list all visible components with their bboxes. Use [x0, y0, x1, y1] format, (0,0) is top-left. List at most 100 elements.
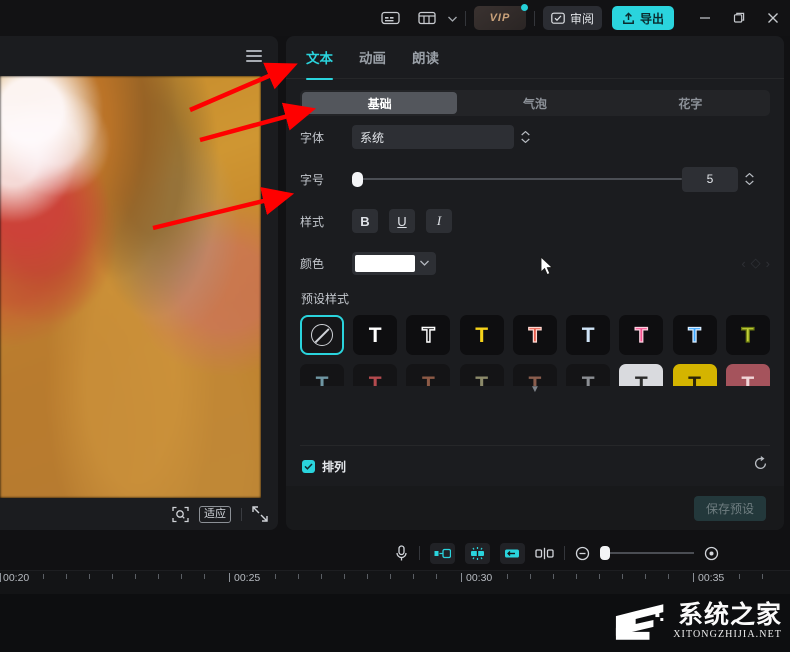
maximize-button[interactable] [722, 1, 756, 35]
preset-rust-shadow[interactable]: T [512, 364, 557, 386]
minimize-button[interactable] [688, 1, 722, 35]
reset-icon[interactable] [753, 456, 768, 476]
keyframe-next-icon[interactable]: › [766, 256, 770, 271]
font-size-input[interactable]: 5 [682, 166, 738, 192]
keyframe-navigation: ‹ ◇ › [741, 255, 770, 271]
ruler-tick [645, 574, 646, 579]
zoom-in-icon[interactable] [704, 546, 719, 561]
preset-teal-shadow[interactable]: T [300, 364, 344, 386]
color-swatch[interactable] [355, 254, 415, 272]
fit-button[interactable]: 适应 [199, 505, 231, 523]
close-button[interactable] [756, 1, 790, 35]
review-button[interactable]: 审阅 [542, 6, 602, 30]
ruler-tick-major [461, 573, 462, 582]
color-row: 颜色 ‹ ◇ › [300, 242, 770, 284]
preset-white-outline[interactable]: T [406, 315, 451, 355]
segment-bubble[interactable]: 气泡 [457, 92, 612, 114]
review-label: 审阅 [569, 11, 594, 26]
tab-text[interactable]: 文本 [306, 47, 333, 80]
split-icon[interactable] [535, 547, 554, 560]
color-row-label: 颜色 [300, 256, 325, 271]
ruler-tick [390, 574, 391, 579]
title-bar-divider-2 [533, 10, 535, 26]
timeline-zoom-slider[interactable] [600, 546, 694, 560]
ruler-tick [762, 574, 763, 579]
preset-blue-outline[interactable]: T [672, 315, 717, 355]
font-size-slider[interactable] [352, 169, 682, 189]
ruler-tick [576, 574, 577, 579]
ruler-tick [181, 574, 182, 579]
split-right-icon[interactable] [500, 542, 525, 564]
mouse-cursor [540, 256, 554, 276]
preset-yellow-solid[interactable]: T [459, 315, 504, 355]
zoom-to-selection-icon[interactable] [172, 506, 189, 523]
preset-gold-plate[interactable]: T [672, 364, 717, 386]
keyboard-shortcut-icon[interactable] [414, 7, 442, 29]
auto-cut-icon[interactable] [465, 542, 490, 564]
font-size-spinner[interactable] [742, 167, 756, 191]
export-button[interactable]: 导出 [611, 6, 674, 30]
preset-rose-plate[interactable]: T [725, 364, 770, 386]
keyframe-add-icon[interactable]: ◇ [751, 255, 761, 271]
preset-red-outline[interactable]: T [512, 315, 557, 355]
preset-pink-outline[interactable]: T [619, 315, 664, 355]
font-spinner[interactable] [518, 125, 532, 149]
fullscreen-icon[interactable] [252, 506, 268, 522]
ruler-tick [530, 574, 531, 579]
panel-body: 字体 系统 字号 5 样式 B U I 颜色 ‹ ◇ › 预设样式 T T T … [286, 116, 784, 445]
arrange-row: 排列 [286, 446, 784, 486]
preset-brown-shadow[interactable]: T [406, 364, 451, 386]
title-bar-divider-1 [464, 10, 466, 26]
timeline-ruler[interactable]: 00:20 00:25 00:30 00:35 [0, 570, 790, 594]
preset-white-solid[interactable]: T [353, 315, 398, 355]
preset-olive-outline[interactable]: T [725, 315, 770, 355]
preset-gray-shadow[interactable]: T [566, 364, 611, 386]
vip-badge[interactable]: VIP [473, 4, 528, 30]
record-audio-icon[interactable] [394, 544, 409, 562]
ruler-tick [739, 574, 740, 579]
segment-basic[interactable]: 基础 [302, 92, 458, 114]
preset-crimson-shadow[interactable]: T [353, 364, 398, 386]
arrange-label: 排列 [322, 459, 347, 474]
segment-fancy[interactable]: 花字 [613, 92, 768, 114]
preset-lightblue-solid[interactable]: T [566, 315, 611, 355]
window-controls [688, 1, 790, 35]
zoom-out-icon[interactable] [575, 546, 590, 561]
keyframe-prev-icon[interactable]: ‹ [741, 256, 745, 271]
chevron-down-icon[interactable] [415, 260, 433, 266]
tab-read-aloud[interactable]: 朗读 [412, 47, 439, 67]
italic-button[interactable]: I [426, 209, 452, 233]
arrange-checkbox[interactable] [302, 459, 315, 473]
slider-track [357, 178, 682, 180]
underline-button[interactable]: U [389, 209, 415, 233]
ruler-tick-major [693, 573, 694, 582]
ruler-label: 00:25 [234, 572, 261, 584]
font-size-row: 字号 5 [300, 158, 770, 200]
tab-animation[interactable]: 动画 [359, 47, 386, 67]
color-picker[interactable] [352, 251, 436, 275]
preset-styles-grid-row2: T T T T T T T T T [300, 364, 770, 386]
preset-khaki-shadow[interactable]: T [459, 364, 504, 386]
font-row-label: 字体 [300, 130, 325, 145]
text-style-row: 样式 B U I [300, 200, 770, 242]
ruler-tick [135, 574, 136, 579]
font-row: 字体 系统 [300, 116, 770, 158]
hamburger-menu-icon[interactable] [246, 50, 262, 62]
font-select[interactable]: 系统 [352, 125, 514, 149]
split-left-icon[interactable] [430, 542, 455, 564]
subtitle-icon[interactable] [377, 7, 405, 29]
ruler-tick [112, 574, 113, 579]
preview-panel: 适应 [0, 36, 278, 530]
preset-white-plate[interactable]: T [619, 364, 664, 386]
title-bar: VIP 审阅 导出 [0, 0, 790, 36]
chevron-down-icon[interactable] [448, 9, 457, 27]
preview-footer-divider [241, 507, 242, 521]
timeline-zoom-thumb[interactable] [600, 546, 610, 560]
text-property-panel: 文本 动画 朗读 基础 气泡 花字 字体 系统 字号 5 样式 B U I 颜色… [286, 36, 784, 530]
watermark: 系统之家 XITONGZHIJIA.NET [610, 594, 782, 648]
save-preset-button[interactable]: 保存预设 [693, 495, 766, 521]
preset-none[interactable] [300, 315, 344, 355]
video-preview-stage[interactable] [0, 76, 261, 498]
bold-button[interactable]: B [352, 209, 378, 233]
slider-thumb[interactable] [352, 171, 363, 187]
